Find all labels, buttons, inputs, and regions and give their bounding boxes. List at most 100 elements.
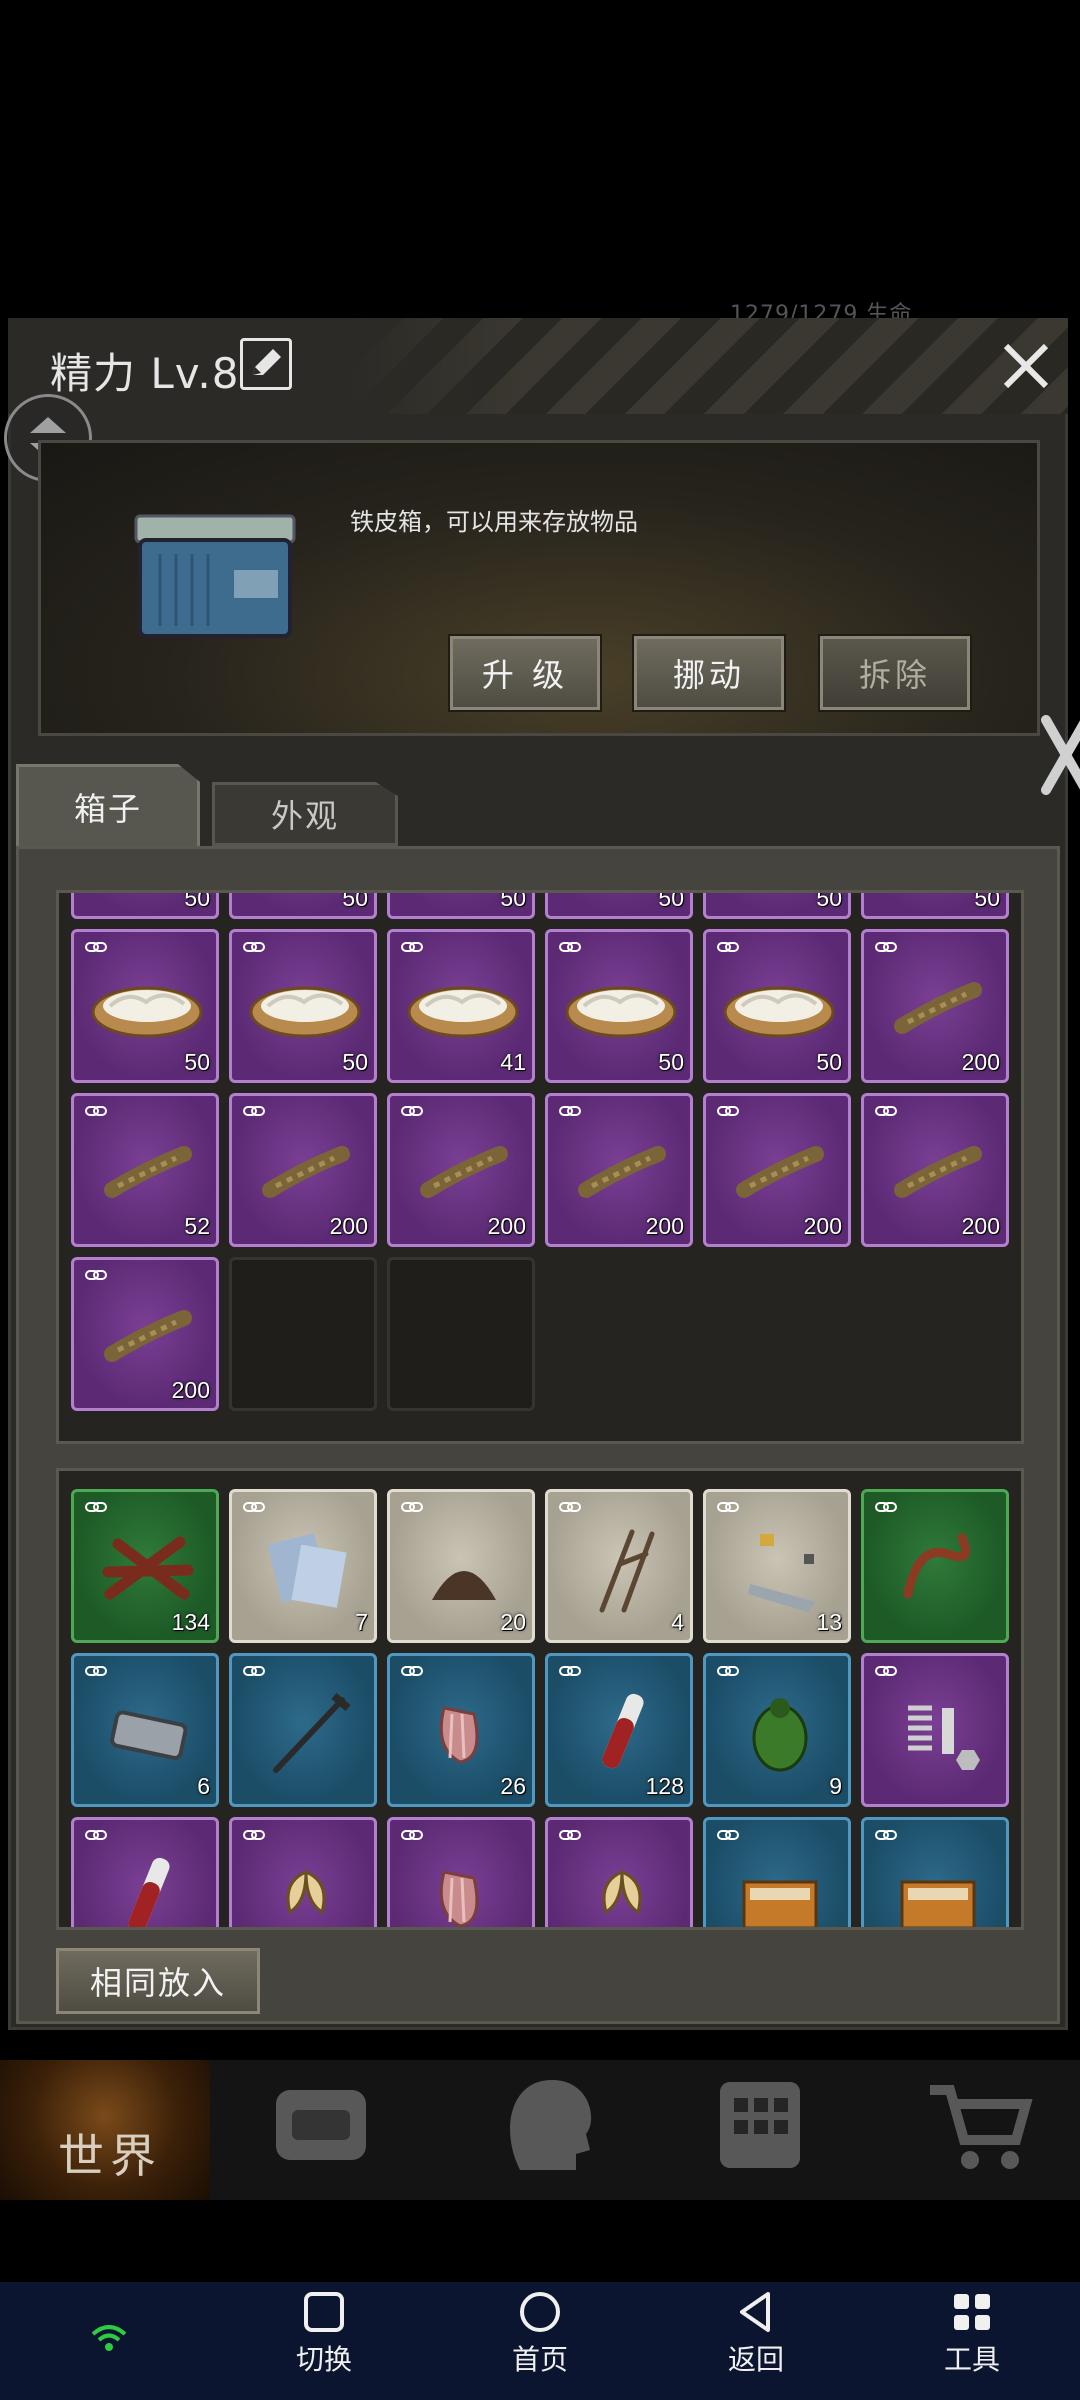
bind-chain-icon — [717, 942, 739, 952]
item-slot[interactable]: 200 — [71, 1257, 219, 1411]
back-triangle-icon — [740, 2292, 770, 2332]
item-slot[interactable]: 13 — [703, 1489, 851, 1643]
tab-appearance[interactable]: 外观 — [212, 782, 398, 846]
vial-icon — [128, 1857, 170, 1927]
twig-icon — [599, 1529, 655, 1613]
nail-icon — [273, 1692, 351, 1773]
stick-icon — [894, 982, 982, 1034]
item-count: 26 — [500, 1773, 526, 1799]
bind-chain-icon — [401, 1106, 423, 1116]
item-slot[interactable]: 26 — [387, 1653, 535, 1807]
item-slot[interactable] — [861, 1817, 1009, 1927]
item-slot[interactable]: 50 — [545, 929, 693, 1083]
item-count: 50 — [500, 890, 526, 911]
tab-box[interactable]: 箱子 — [16, 764, 200, 846]
item-slot[interactable] — [545, 1817, 693, 1927]
item-slot[interactable]: 200 — [229, 1093, 377, 1247]
box-icon — [900, 1880, 976, 1927]
item-count: 50 — [658, 890, 684, 911]
bread-icon — [565, 986, 677, 1038]
move-button[interactable]: 挪动 — [634, 636, 784, 710]
item-count: 200 — [171, 1377, 210, 1403]
side-close-cross-icon[interactable] — [1036, 700, 1080, 810]
item-count: 128 — [645, 1773, 684, 1799]
empty-slot[interactable] — [387, 1257, 535, 1411]
bind-chain-icon — [243, 1830, 265, 1840]
item-slot[interactable]: 128 — [545, 1653, 693, 1807]
item-slot[interactable]: 50 — [71, 890, 219, 919]
item-slot[interactable] — [387, 1817, 535, 1927]
item-slot[interactable]: 52 — [71, 1093, 219, 1247]
item-slot[interactable]: 200 — [703, 1093, 851, 1247]
edit-pencil-button[interactable] — [240, 338, 292, 390]
paper-icon — [267, 1533, 347, 1608]
meat-icon — [439, 1706, 479, 1764]
item-slot[interactable]: 9 — [703, 1653, 851, 1807]
bind-chain-icon — [875, 1830, 897, 1840]
bind-chain-icon — [875, 1666, 897, 1676]
empty-slot[interactable] — [229, 1257, 377, 1411]
item-slot[interactable]: 41 — [387, 929, 535, 1083]
item-slot[interactable]: 50 — [229, 893, 377, 919]
upgrade-button[interactable]: 升 级 — [450, 636, 600, 710]
item-count: 20 — [500, 1609, 526, 1635]
nav-home-label: 首页 — [511, 2343, 568, 2376]
item-slot[interactable] — [861, 1653, 1009, 1807]
item-slot[interactable]: 4 — [545, 1489, 693, 1643]
nav-tools-label: 工具 — [943, 2343, 1000, 2376]
item-slot[interactable] — [861, 1489, 1009, 1643]
item-slot[interactable] — [229, 1817, 377, 1927]
bug-icon — [752, 1698, 808, 1772]
backpack-icon[interactable] — [262, 2070, 382, 2180]
bind-chain-icon — [401, 942, 423, 952]
nav-back-button[interactable]: 返回 — [686, 2290, 826, 2378]
storage-grid[interactable]: 50 50 50 50 50 50 50 50 41 50 50 200 52 200 200 200 200 2… — [56, 890, 1024, 1444]
worm-icon — [903, 1533, 971, 1599]
nav-switch-button[interactable]: 切换 — [254, 2290, 394, 2378]
bread-icon — [91, 986, 203, 1038]
item-count: 50 — [184, 890, 210, 911]
item-slot[interactable]: 50 — [703, 893, 851, 919]
shop-cart-icon[interactable] — [920, 2070, 1040, 2180]
bind-chain-icon — [401, 1830, 423, 1840]
item-slot[interactable]: 6 — [71, 1653, 219, 1807]
item-slot[interactable]: 50 — [703, 929, 851, 1083]
item-slot[interactable]: 50 — [229, 929, 377, 1083]
item-slot[interactable] — [229, 1653, 377, 1807]
vial-icon — [602, 1693, 644, 1769]
close-icon[interactable] — [996, 336, 1056, 396]
item-slot[interactable]: 200 — [545, 1093, 693, 1247]
same-put-button[interactable]: 相同放入 — [56, 1948, 260, 2014]
item-slot[interactable]: 200 — [861, 929, 1009, 1083]
item-count: 9 — [829, 1773, 842, 1799]
inventory-grid[interactable]: 134 7 20 4 13 6 26 128 9 — [56, 1468, 1024, 1930]
scrap-icon — [748, 1534, 816, 1612]
item-count: 50 — [342, 1049, 368, 1075]
item-slot[interactable] — [71, 1817, 219, 1927]
stick-icon — [736, 1146, 824, 1198]
item-slot[interactable]: 50 — [387, 890, 535, 919]
bind-chain-icon — [875, 1502, 897, 1512]
circle-icon — [520, 2292, 560, 2332]
iron-chest-icon — [134, 514, 296, 638]
spring-icon — [908, 1705, 980, 1770]
nav-tools-button[interactable]: 工具 — [902, 2290, 1042, 2378]
nav-home-button[interactable]: 首页 — [470, 2290, 610, 2378]
bind-chain-icon — [875, 942, 897, 952]
bind-chain-icon — [717, 1106, 739, 1116]
item-slot[interactable]: 50 — [861, 893, 1009, 919]
nav-world-label: 世界 — [58, 2129, 162, 2183]
item-slot[interactable]: 20 — [387, 1489, 535, 1643]
item-slot[interactable]: 50 — [545, 890, 693, 919]
item-slot[interactable] — [703, 1817, 851, 1927]
dismantle-button[interactable]: 拆除 — [820, 636, 970, 710]
building-icon[interactable] — [700, 2070, 820, 2180]
bind-chain-icon — [559, 942, 581, 952]
item-slot[interactable]: 134 — [71, 1489, 219, 1643]
item-slot[interactable]: 200 — [861, 1093, 1009, 1247]
item-slot[interactable]: 50 — [71, 929, 219, 1083]
character-head-icon[interactable] — [490, 2070, 610, 2180]
item-count: 200 — [961, 1213, 1000, 1239]
item-slot[interactable]: 200 — [387, 1093, 535, 1247]
item-slot[interactable]: 7 — [229, 1489, 377, 1643]
